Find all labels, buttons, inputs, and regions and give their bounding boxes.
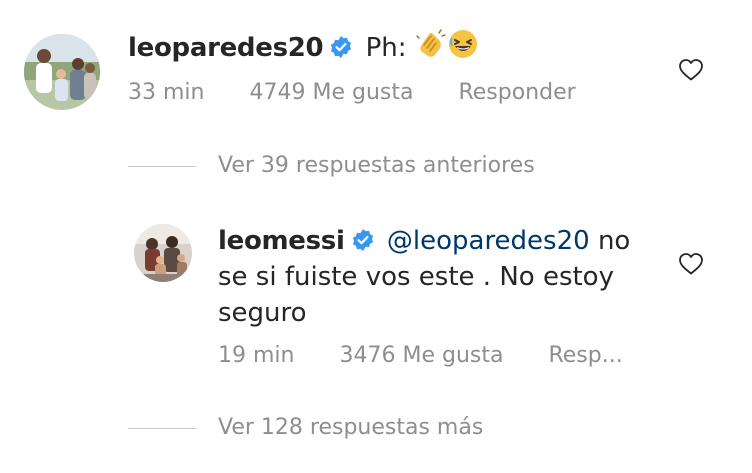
thread-divider: [128, 166, 196, 167]
avatar[interactable]: [134, 224, 192, 282]
clapping-hands-icon: [415, 28, 447, 70]
comment-text: leomessi @leoparedes20 no: [218, 223, 630, 259]
comment-likes[interactable]: 4749 Me gusta: [249, 78, 413, 108]
comment-meta: 19 min 3476 Me gusta Resp...: [218, 341, 623, 371]
comment-time: 19 min: [218, 343, 295, 368]
comment-username[interactable]: leomessi: [218, 226, 345, 256]
heart-outline-icon[interactable]: [678, 252, 704, 276]
profile-photo-icon: [134, 224, 192, 282]
comment-time: 33 min: [128, 80, 205, 105]
thread-divider: [128, 428, 196, 429]
avatar[interactable]: [24, 34, 100, 110]
view-previous-replies-link[interactable]: Ver 39 respuestas anteriores: [218, 151, 535, 181]
comment-body-line: se si fuiste vos este . No estoy: [218, 262, 614, 292]
view-more-replies-link[interactable]: Ver 128 respuestas más: [218, 413, 483, 443]
heart-outline-icon[interactable]: [678, 58, 704, 82]
comment-body: no: [589, 226, 631, 256]
mention-link[interactable]: @leoparedes20: [387, 226, 590, 256]
verified-badge-icon: [329, 33, 353, 58]
profile-photo-icon: [24, 34, 100, 110]
comment-text: leoparedes20 Ph:: [128, 28, 479, 70]
comment-body: Ph:: [365, 33, 407, 63]
comment-username[interactable]: leoparedes20: [128, 33, 324, 63]
comment-meta: 33 min 4749 Me gusta Responder: [128, 78, 576, 108]
comment-likes[interactable]: 3476 Me gusta: [339, 341, 503, 371]
grinning-squinting-face-icon: [447, 28, 479, 70]
reply-button[interactable]: Resp...: [548, 341, 622, 371]
verified-badge-icon: [351, 226, 375, 251]
reply-button[interactable]: Responder: [458, 78, 575, 108]
comment-body-line: seguro: [218, 298, 307, 328]
